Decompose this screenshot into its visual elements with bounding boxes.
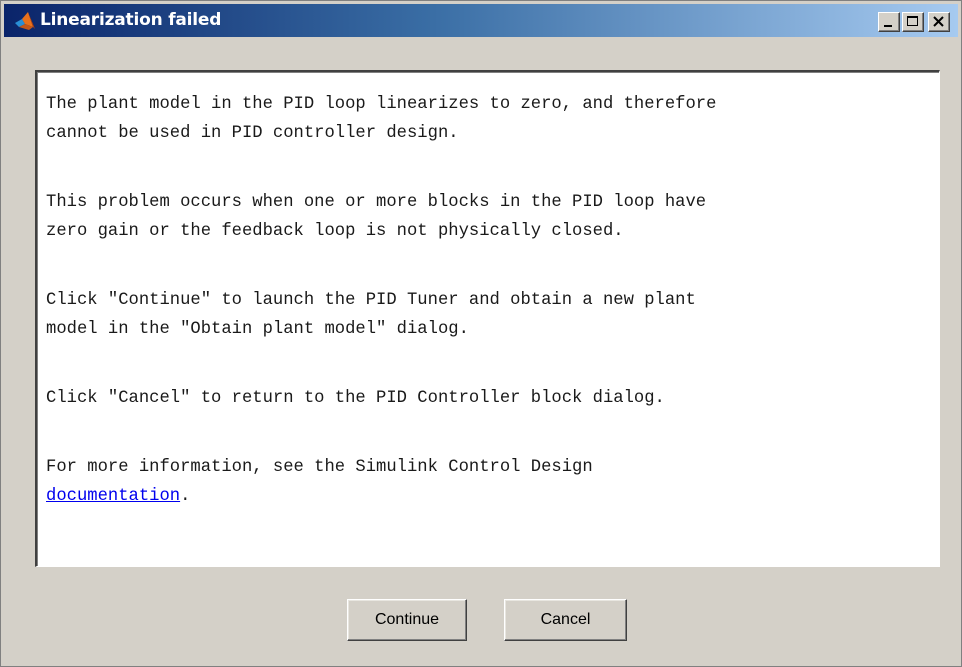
- message-paragraph-plant-model: The plant model in the PID loop lineariz…: [46, 90, 716, 148]
- close-icon: [933, 16, 944, 27]
- message-line: This problem occurs when one or more blo…: [46, 193, 707, 212]
- title-bar[interactable]: Linearization failed: [4, 4, 958, 37]
- window-title: Linearization failed: [40, 10, 222, 30]
- maximize-button[interactable]: [902, 12, 924, 32]
- minimize-button[interactable]: [878, 12, 900, 32]
- message-line: cannot be used in PID controller design.: [46, 124, 459, 143]
- maximize-icon: [907, 16, 918, 26]
- message-line: zero gain or the feedback loop is not ph…: [46, 222, 624, 241]
- documentation-link[interactable]: documentation: [46, 487, 180, 506]
- minimize-icon: [884, 25, 892, 27]
- message-line: The plant model in the PID loop lineariz…: [46, 95, 717, 114]
- linearization-failed-dialog: Linearization failed The plant model in …: [0, 0, 962, 667]
- matlab-logo-icon: [14, 11, 36, 31]
- link-trailing-period: .: [180, 487, 191, 506]
- cancel-button[interactable]: Cancel: [504, 599, 627, 641]
- continue-button[interactable]: Continue: [347, 599, 467, 641]
- message-paragraph-more-info: For more information, see the Simulink C…: [46, 453, 593, 511]
- message-line: For more information, see the Simulink C…: [46, 458, 593, 477]
- message-line: Click "Cancel" to return to the PID Cont…: [46, 389, 665, 408]
- message-paragraph-cancel: Click "Cancel" to return to the PID Cont…: [46, 384, 665, 413]
- message-line: Click "Continue" to launch the PID Tuner…: [46, 291, 696, 310]
- message-paragraph-problem: This problem occurs when one or more blo…: [46, 188, 706, 246]
- message-text-area[interactable]: The plant model in the PID loop lineariz…: [35, 70, 940, 567]
- close-button[interactable]: [928, 12, 950, 32]
- message-paragraph-continue: Click "Continue" to launch the PID Tuner…: [46, 286, 696, 344]
- message-line: model in the "Obtain plant model" dialog…: [46, 320, 469, 339]
